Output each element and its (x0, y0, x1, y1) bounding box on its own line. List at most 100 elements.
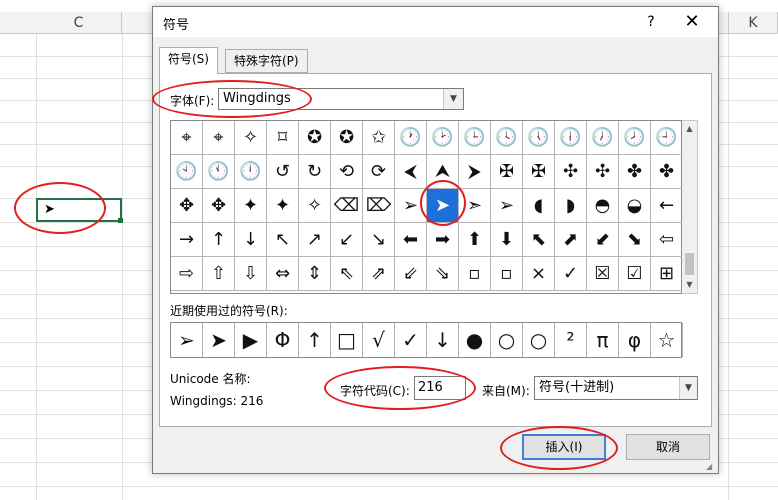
recent-symbol-cell[interactable]: ● (459, 323, 491, 357)
recent-symbols-grid[interactable]: ➢ ➤ ▶ Φ ↑ □ √ ✓ ↓ ● ○ ○ ² π φ ☆ (170, 322, 683, 358)
char-code-input[interactable]: 216 (414, 376, 466, 400)
recent-symbol-cell[interactable]: ✓ (395, 323, 427, 357)
recent-symbol-cell[interactable]: ² (555, 323, 587, 357)
symbol-cell[interactable]: ◗ (555, 189, 587, 223)
symbol-cell-selected[interactable]: ➤ (427, 189, 459, 223)
symbol-cell[interactable]: ✣ (555, 155, 587, 189)
symbol-cell[interactable]: ◖ (523, 189, 555, 223)
scroll-down-icon[interactable]: ▼ (682, 277, 697, 293)
symbol-cell[interactable]: → (171, 223, 203, 257)
dialog-titlebar[interactable]: 符号 ? ✕ (153, 7, 718, 37)
symbol-cell[interactable]: ➡ (427, 223, 459, 257)
symbol-cell[interactable]: ⮜ (395, 155, 427, 189)
recent-symbol-cell[interactable]: Φ (267, 323, 299, 357)
symbol-cell[interactable]: 🕑 (427, 121, 459, 155)
selected-cell[interactable]: ➤ (36, 198, 123, 223)
symbol-cell[interactable]: ✓ (555, 257, 587, 291)
recent-symbol-cell[interactable]: √ (363, 323, 395, 357)
recent-symbol-cell[interactable]: ➤ (203, 323, 235, 357)
symbol-cell[interactable]: ↗ (299, 223, 331, 257)
symbol-cell[interactable]: ✥ (203, 189, 235, 223)
symbol-cell[interactable]: ⇧ (203, 257, 235, 291)
symbol-cell[interactable]: ◒ (619, 189, 651, 223)
symbol-cell[interactable]: ➢ (491, 189, 523, 223)
symbol-cell[interactable]: ✧ (299, 189, 331, 223)
close-button[interactable]: ✕ (679, 11, 705, 33)
symbol-cell[interactable]: ⮞ (459, 155, 491, 189)
symbol-cell[interactable]: ⇨ (171, 257, 203, 291)
symbol-grid[interactable]: ⌖ ⌖ ✧ ⌑ ✪ ✪ ✩ 🕐 🕑 🕒 🕓 🕔 🕕 🕖 🕗 🕘 🕙 🕚 🕛 ↺ ↻ ⟲ ⟳ ⮜ ⮝ ⮞ ✠ ✠ ✣ ✣ ✤ ✤ ✥ ✥ ✦ ✦ ✧ ⌫ ⌦ ➢… (170, 120, 683, 294)
symbol-cell[interactable]: 🕙 (171, 155, 203, 189)
symbol-cell[interactable]: ✦ (267, 189, 299, 223)
symbol-cell[interactable]: ⇕ (299, 257, 331, 291)
scroll-up-icon[interactable]: ▲ (682, 121, 697, 137)
symbol-cell[interactable]: ✠ (491, 155, 523, 189)
font-select[interactable]: Wingdings (218, 88, 444, 110)
symbol-cell[interactable]: ↘ (363, 223, 395, 257)
symbol-cell[interactable]: ✦ (235, 189, 267, 223)
symbol-cell[interactable]: ⮝ (427, 155, 459, 189)
help-button[interactable]: ? (641, 12, 661, 32)
symbol-cell[interactable]: ▫ (491, 257, 523, 291)
symbol-cell[interactable]: 🕖 (587, 121, 619, 155)
recent-symbol-cell[interactable]: ➢ (171, 323, 203, 357)
symbol-cell[interactable]: ⬋ (587, 223, 619, 257)
symbol-cell[interactable]: ↓ (235, 223, 267, 257)
fill-handle[interactable] (118, 218, 123, 223)
symbol-cell[interactable]: ➣ (459, 189, 491, 223)
symbol-cell[interactable]: 🕔 (523, 121, 555, 155)
symbol-grid-scrollbar[interactable]: ▲ ▼ (682, 120, 698, 294)
symbol-cell[interactable]: ⌖ (171, 121, 203, 155)
symbol-cell[interactable]: ⬊ (619, 223, 651, 257)
symbol-cell[interactable]: ⟳ (363, 155, 395, 189)
symbol-cell[interactable]: ☑ (619, 257, 651, 291)
from-select[interactable]: 符号(十进制) ▼ (534, 376, 698, 400)
column-header-c[interactable]: C (36, 12, 122, 34)
symbol-cell[interactable]: ↺ (267, 155, 299, 189)
font-select-dropdown[interactable]: ▼ (443, 88, 464, 110)
symbol-cell[interactable]: ⌖ (203, 121, 235, 155)
cancel-button[interactable]: 取消 (626, 434, 710, 460)
recent-symbol-cell[interactable]: ○ (523, 323, 555, 357)
symbol-cell[interactable]: ⇖ (331, 257, 363, 291)
symbol-cell[interactable]: ⌫ (331, 189, 363, 223)
symbol-cell[interactable]: ✧ (235, 121, 267, 155)
symbol-cell[interactable]: ⬇ (491, 223, 523, 257)
symbol-cell[interactable]: ⇩ (235, 257, 267, 291)
tab-special-characters[interactable]: 特殊字符(P) (225, 49, 308, 73)
recent-symbol-cell[interactable]: π (587, 323, 619, 357)
symbol-cell[interactable]: ⇔ (267, 257, 299, 291)
recent-symbol-cell[interactable]: ○ (491, 323, 523, 357)
insert-button[interactable]: 插入(I) (522, 434, 606, 460)
recent-symbol-cell[interactable]: □ (331, 323, 363, 357)
recent-symbol-cell[interactable]: ↓ (427, 323, 459, 357)
symbol-cell[interactable]: ⇙ (395, 257, 427, 291)
recent-symbol-cell[interactable]: ↑ (299, 323, 331, 357)
symbol-cell[interactable]: ⇦ (651, 223, 683, 257)
symbol-cell[interactable]: 🕘 (651, 121, 683, 155)
symbol-cell[interactable]: ← (651, 189, 683, 223)
symbol-cell[interactable]: ✤ (619, 155, 651, 189)
scrollbar-thumb[interactable] (685, 253, 694, 275)
symbol-cell[interactable]: 🕚 (203, 155, 235, 189)
symbol-cell[interactable]: ↙ (331, 223, 363, 257)
recent-symbol-cell[interactable]: φ (619, 323, 651, 357)
symbol-cell[interactable]: ✥ (171, 189, 203, 223)
symbol-cell[interactable]: ⬅ (395, 223, 427, 257)
symbol-cell[interactable]: ⌦ (363, 189, 395, 223)
symbol-cell[interactable]: ✠ (523, 155, 555, 189)
symbol-cell[interactable]: ⊞ (651, 257, 683, 291)
symbol-cell[interactable]: ⌑ (267, 121, 299, 155)
symbol-cell[interactable]: 🕐 (395, 121, 427, 155)
symbol-cell[interactable]: 🕗 (619, 121, 651, 155)
symbol-cell[interactable]: ✪ (299, 121, 331, 155)
symbol-cell[interactable]: ✣ (587, 155, 619, 189)
symbol-cell[interactable]: ▫ (459, 257, 491, 291)
symbol-cell[interactable]: 🕓 (491, 121, 523, 155)
symbol-cell[interactable]: ➢ (395, 189, 427, 223)
tab-symbols[interactable]: 符号(S) (159, 47, 218, 74)
recent-symbol-cell[interactable]: ☆ (651, 323, 683, 357)
symbol-cell[interactable]: ⬈ (555, 223, 587, 257)
symbol-cell[interactable]: ⬆ (459, 223, 491, 257)
symbol-cell[interactable]: ☒ (587, 257, 619, 291)
